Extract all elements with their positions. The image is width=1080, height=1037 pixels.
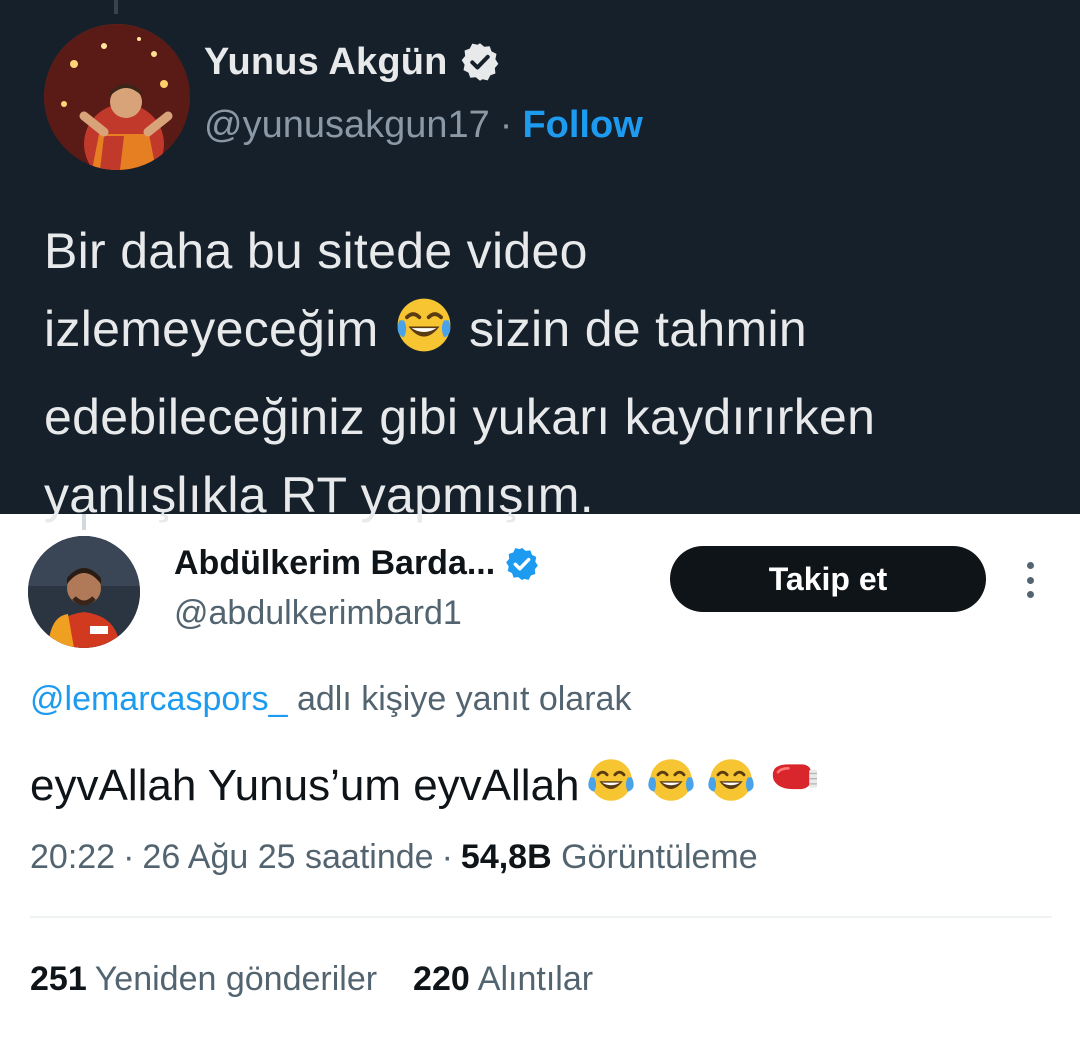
more-options-icon[interactable] <box>1016 558 1044 602</box>
dot <box>1026 591 1034 598</box>
avatar-image <box>44 24 190 170</box>
follow-button[interactable]: Takip et <box>670 546 986 612</box>
avatar-yunus-akgun[interactable] <box>44 24 190 170</box>
author-name-row: Yunus Akgün <box>204 40 502 84</box>
author-display-name[interactable]: Abdülkerim Barda... <box>174 544 495 583</box>
face-with-tears-of-joy-icon <box>582 754 640 817</box>
engagement-stats: 251 Yeniden gönderiler 220 Alıntılar <box>30 960 593 999</box>
avatar-image <box>28 536 140 648</box>
tweet-time[interactable]: 20:22 <box>30 838 115 876</box>
retweets-label: Yeniden gönderiler <box>94 960 378 998</box>
reply-mention-link[interactable]: @lemarcaspors_ <box>30 680 288 718</box>
retweets-stat[interactable]: 251 Yeniden gönderiler <box>30 960 377 999</box>
tweet-text-content: eyvAllah Yunus’um eyvAllah <box>30 760 580 810</box>
author-handle-row: @yunusakgun17 · Follow <box>204 104 643 147</box>
replying-to: @lemarcaspors_ adlı kişiye yanıt olarak <box>30 680 631 719</box>
tweet-text-line: yanlışlıkla RT yapmışım. <box>44 467 594 523</box>
thread-connector-line <box>82 514 86 530</box>
divider <box>30 916 1052 918</box>
verified-badge-icon <box>506 547 539 580</box>
verified-badge-icon <box>461 43 498 81</box>
boxing-glove-icon <box>762 754 820 817</box>
tweet-date[interactable]: 26 Ağu 25 saatinde <box>142 838 433 876</box>
dot <box>1026 576 1034 584</box>
tweet-text-line: izlemeyeceğim sizin de tahmin <box>44 290 1054 378</box>
face-with-tears-of-joy-icon <box>393 294 455 378</box>
quotes-count: 220 <box>413 960 470 998</box>
face-with-tears-of-joy-icon <box>642 754 700 817</box>
tweet-text-fragment: izlemeyeceğim <box>44 301 379 357</box>
retweets-count: 251 <box>30 960 87 998</box>
separator-dot: · <box>441 838 453 876</box>
tweet-text-fragment: sizin de tahmin <box>468 301 807 357</box>
quotes-stat[interactable]: 220 Alıntılar <box>413 960 593 999</box>
reply-suffix: adlı kişiye yanıt olarak <box>296 680 632 718</box>
quotes-label: Alıntılar <box>477 960 594 998</box>
separator-dot: · <box>499 104 513 146</box>
tweet-text: Bir daha bu sitede video izlemeyeceğim s… <box>44 212 1054 534</box>
separator-dot: · <box>123 838 135 876</box>
views-count: 54,8B <box>460 838 552 876</box>
face-with-tears-of-joy-icon <box>702 754 760 817</box>
dot <box>1026 562 1034 569</box>
tweet-metadata: 20:22 · 26 Ağu 25 saatinde · 54,8B Görüntüle… <box>30 838 758 877</box>
author-name-row: Abdülkerim Barda... <box>174 544 541 583</box>
author-handle[interactable]: @yunusakgun17 <box>204 104 490 147</box>
follow-link[interactable]: Follow <box>522 104 642 147</box>
author-display-name[interactable]: Yunus Akgün <box>204 41 448 84</box>
views-label: Görüntüleme <box>561 838 758 876</box>
tweet-text: eyvAllah Yunus’um eyvAllah <box>30 754 820 817</box>
quoted-tweet-dark: Yunus Akgün @yunusakgun17 · Follow Bir d… <box>0 0 1080 523</box>
tweet-text-line: Bir daha bu sitede video <box>44 223 588 279</box>
thread-connector-line <box>114 0 118 14</box>
tweet-text-line: edebileceğiniz gibi yukarı kaydırırken <box>44 389 876 445</box>
author-handle[interactable]: @abdulkerimbard1 <box>174 594 462 633</box>
avatar-abdulkerim-bardakci[interactable] <box>28 536 140 648</box>
